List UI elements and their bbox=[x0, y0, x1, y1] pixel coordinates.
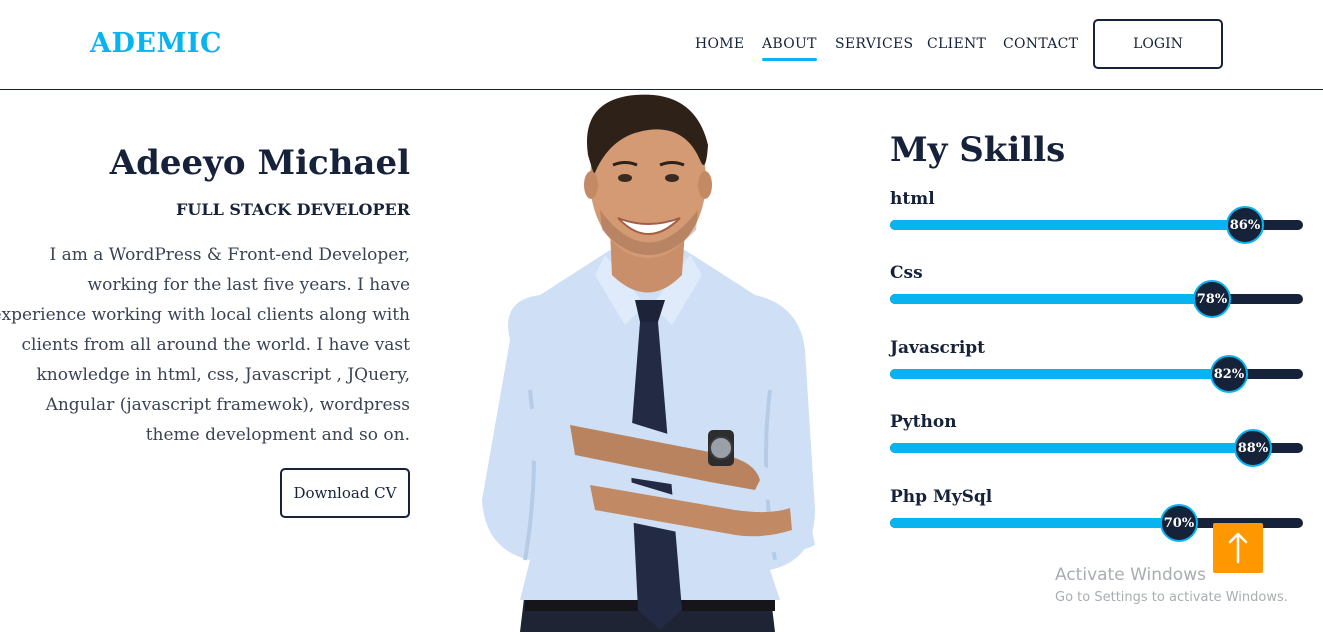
skill-progress-fill bbox=[890, 294, 1212, 304]
profile-role: FULL STACK DEVELOPER bbox=[176, 200, 410, 219]
skill-percent-badge: 82% bbox=[1210, 355, 1248, 393]
site-logo[interactable]: ADEMIC bbox=[90, 28, 222, 59]
skill-progress-track: 88% bbox=[890, 429, 1303, 467]
nav-home[interactable]: HOME bbox=[695, 36, 744, 56]
skill-progress-fill bbox=[890, 443, 1253, 453]
person-portrait bbox=[482, 94, 815, 632]
arrow-up-icon bbox=[1228, 532, 1248, 564]
profile-bio: I am a WordPress & Front-end Developer, … bbox=[0, 245, 410, 445]
skill-progress-track: 78% bbox=[890, 280, 1303, 318]
scroll-top-button[interactable] bbox=[1213, 523, 1263, 573]
skill-python: Python 88% bbox=[890, 412, 1303, 472]
skill-percent-badge: 88% bbox=[1234, 429, 1272, 467]
skill-progress-track: 86% bbox=[890, 206, 1303, 244]
nav-contact[interactable]: CONTACT bbox=[1003, 36, 1078, 56]
skill-progress-fill bbox=[890, 518, 1179, 528]
site-header: ADEMIC HOME ABOUT SERVICES CLIENT CONTAC… bbox=[0, 0, 1323, 90]
activate-windows-title: Activate Windows bbox=[1055, 565, 1206, 585]
skill-percent-badge: 86% bbox=[1226, 206, 1264, 244]
nav-client[interactable]: CLIENT bbox=[927, 36, 986, 56]
profile-name: Adeeyo Michael bbox=[109, 143, 410, 183]
skills-title: My Skills bbox=[890, 130, 1066, 170]
skill-percent-badge: 78% bbox=[1193, 280, 1231, 318]
login-button[interactable]: LOGIN bbox=[1093, 19, 1223, 69]
skill-label: Javascript bbox=[890, 338, 986, 358]
skill-html: html 86% bbox=[890, 189, 1303, 249]
skill-javascript: Javascript 82% bbox=[890, 338, 1303, 398]
skill-label: html bbox=[890, 189, 935, 209]
skill-percent-badge: 70% bbox=[1160, 504, 1198, 542]
nav-services[interactable]: SERVICES bbox=[835, 36, 913, 56]
activate-windows-hint: Go to Settings to activate Windows. bbox=[1055, 590, 1288, 605]
download-cv-button[interactable]: Download CV bbox=[280, 468, 410, 518]
nav-about[interactable]: ABOUT bbox=[762, 36, 817, 61]
skill-label: Css bbox=[890, 263, 923, 283]
skill-progress-fill bbox=[890, 220, 1245, 230]
skill-label: Python bbox=[890, 412, 957, 432]
skill-progress-fill bbox=[890, 369, 1229, 379]
skill-progress-track: 82% bbox=[890, 355, 1303, 393]
skill-css: Css 78% bbox=[890, 263, 1303, 323]
skill-label: Php MySql bbox=[890, 487, 993, 507]
